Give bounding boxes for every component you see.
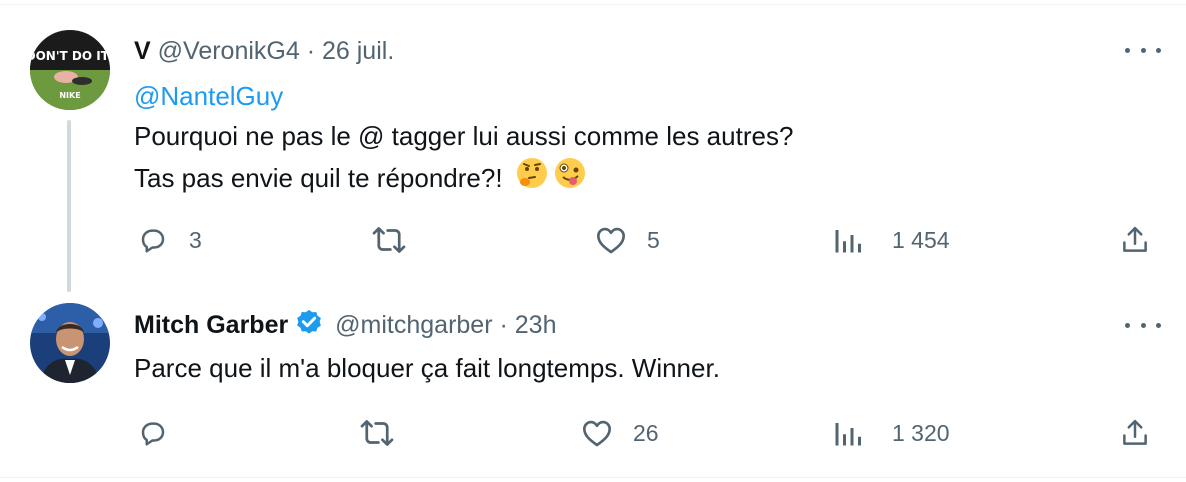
share-icon xyxy=(1123,226,1147,252)
tweet-text-line: Pourquoi ne pas le @ tagger lui aussi co… xyxy=(134,121,794,151)
like-button[interactable]: 26 xyxy=(581,418,659,448)
share-button[interactable] xyxy=(1120,224,1150,256)
tweet-text: Pourquoi ne pas le @ tagger lui aussi co… xyxy=(134,117,793,201)
handle[interactable]: @VeronikG4 xyxy=(158,37,300,65)
views-count: 1 320 xyxy=(892,420,950,446)
tweet-text: Parce que il m'a bloquer ça fait longtem… xyxy=(134,349,720,388)
zany-face-emoji xyxy=(553,156,587,201)
svg-text:NIKE: NIKE xyxy=(59,91,80,100)
tweet-text-line: Tas pas envie quil te répondre?! xyxy=(134,163,503,193)
verified-badge-icon[interactable] xyxy=(294,308,324,347)
more-icon[interactable] xyxy=(1125,42,1161,58)
tweet-header: Mitch Garber @mitchgarber · 23h xyxy=(134,308,556,347)
retweet-icon xyxy=(360,420,394,446)
tweet-header: V @VeronikG4 · 26 juil. xyxy=(134,34,394,68)
heart-icon xyxy=(597,227,625,254)
handle[interactable]: @mitchgarber xyxy=(335,311,492,339)
like-button[interactable]: 5 xyxy=(595,225,660,255)
more-icon[interactable] xyxy=(1125,317,1161,333)
reply-count: 3 xyxy=(189,227,202,253)
reply-button[interactable]: 3 xyxy=(137,225,202,255)
thinking-face-emoji xyxy=(515,156,549,201)
retweet-icon xyxy=(372,227,406,253)
like-count: 26 xyxy=(633,420,659,446)
display-name[interactable]: Mitch Garber xyxy=(134,311,288,339)
timestamp[interactable]: 23h xyxy=(515,311,557,339)
views-button[interactable]: 1 454 xyxy=(834,225,950,255)
views-count: 1 454 xyxy=(892,227,950,253)
reply-icon xyxy=(141,229,165,253)
bottom-divider xyxy=(0,477,1186,478)
separator: · xyxy=(306,37,316,65)
retweet-button[interactable] xyxy=(359,418,415,448)
reply-mention[interactable]: @NantelGuy xyxy=(134,79,283,113)
like-count: 5 xyxy=(647,227,660,253)
avatar[interactable]: NIKE DON'T DO IT! xyxy=(30,30,110,110)
avatar-caption: DON'T DO IT! xyxy=(30,49,110,63)
views-button[interactable]: 1 320 xyxy=(834,418,950,448)
tweet-text-line: Parce que il m'a bloquer ça fait longtem… xyxy=(134,353,720,383)
separator: · xyxy=(499,311,508,339)
heart-icon xyxy=(583,420,611,447)
share-icon xyxy=(1123,419,1147,445)
avatar[interactable] xyxy=(30,303,110,383)
retweet-button[interactable] xyxy=(371,225,427,255)
top-divider xyxy=(0,4,1186,5)
views-icon xyxy=(835,423,861,446)
display-name[interactable]: V xyxy=(134,37,151,65)
timestamp[interactable]: 26 juil. xyxy=(322,37,394,65)
share-button[interactable] xyxy=(1120,417,1150,449)
reply-button[interactable] xyxy=(137,418,189,448)
views-icon xyxy=(835,230,861,253)
reply-icon xyxy=(141,422,165,446)
thread-connector xyxy=(67,120,71,292)
